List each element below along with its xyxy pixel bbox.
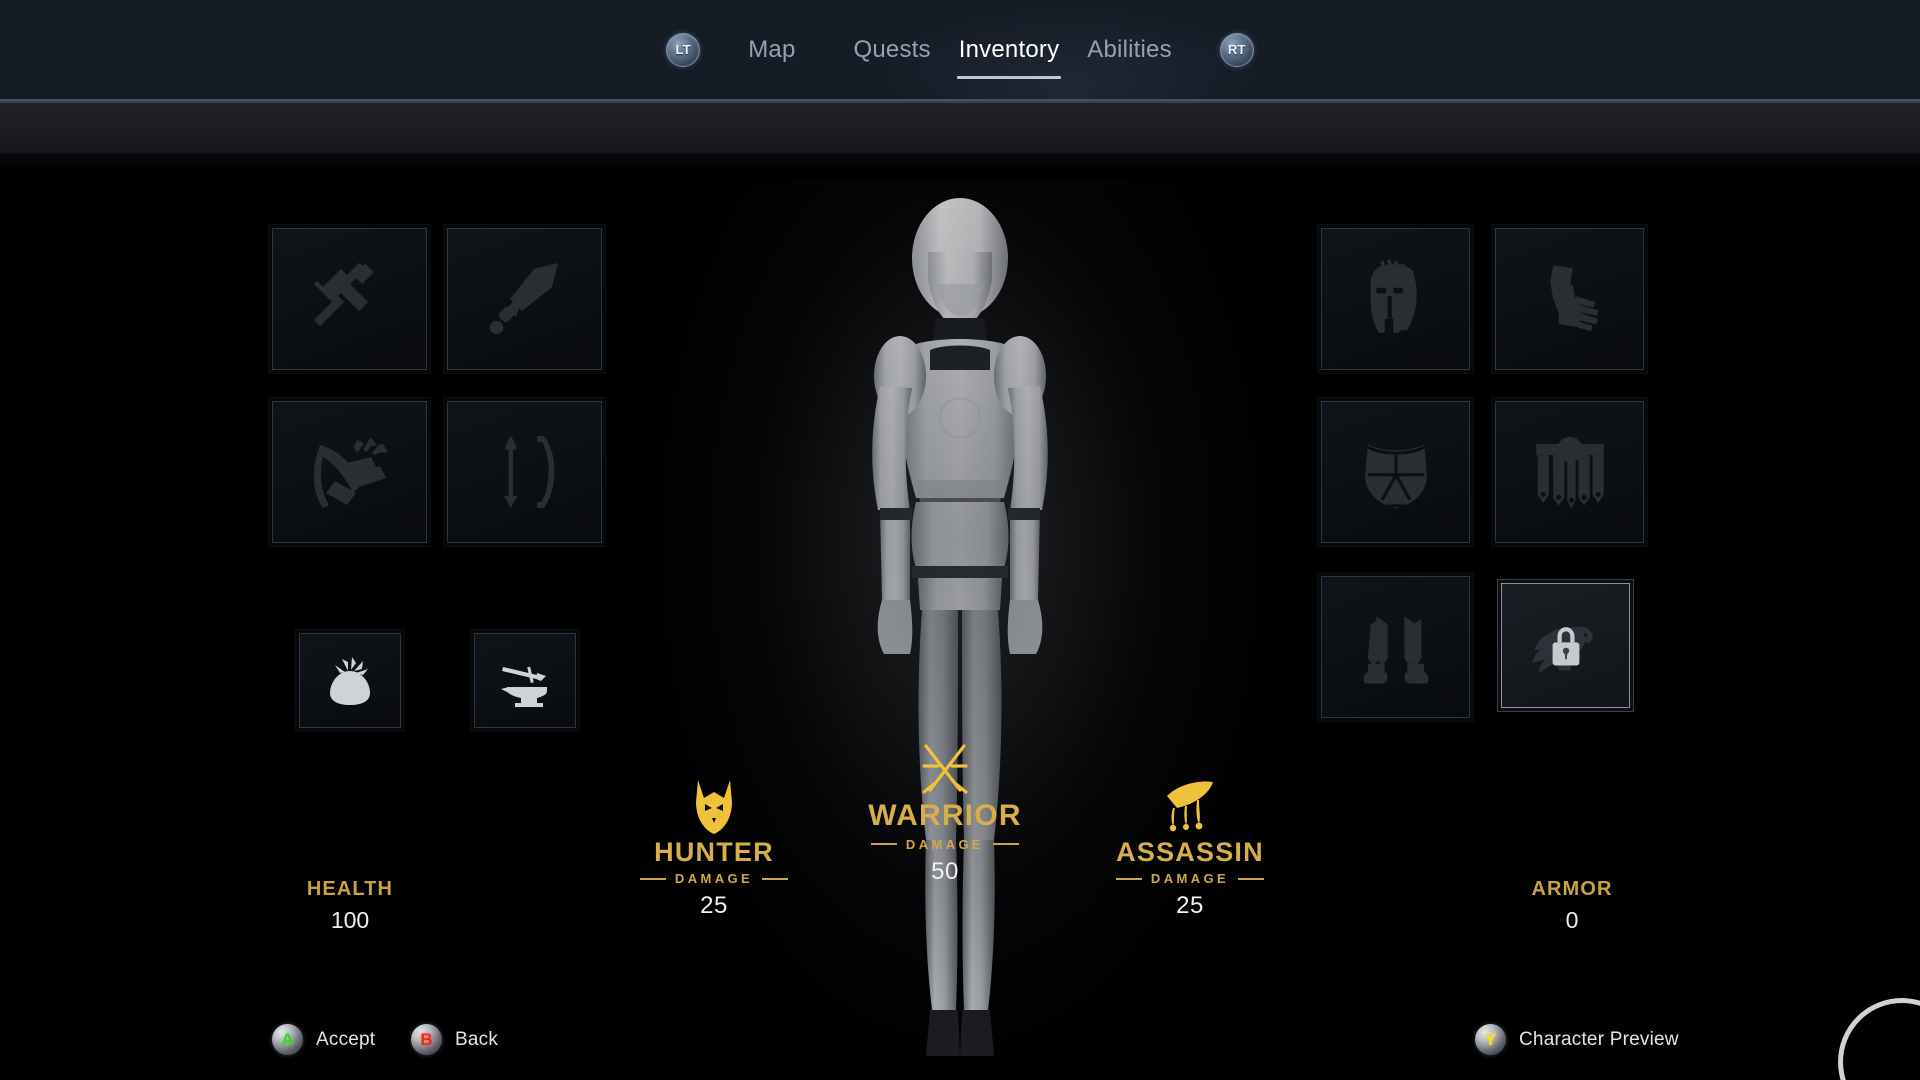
gauntlet-icon <box>1549 265 1598 332</box>
prompt-accept-label: Accept <box>316 1028 376 1050</box>
prompt-back-label: Back <box>455 1028 499 1050</box>
stat-hunter-value: 25 <box>700 892 728 920</box>
bloody-blade-icon <box>1167 781 1213 832</box>
stat-hunter: HUNTER DAMAGE 25 <box>594 778 834 920</box>
prompt-character-preview[interactable]: Y Character Preview <box>1475 1024 1679 1055</box>
stat-assassin-sublabel: DAMAGE <box>1150 871 1230 887</box>
crossed-swords-icon <box>922 744 968 794</box>
button-a-icon[interactable]: A <box>272 1024 303 1055</box>
stat-warrior: WARRIOR DAMAGE 50 <box>825 740 1065 886</box>
stat-hunter-sublabel: DAMAGE <box>674 871 754 887</box>
stat-assassin: ASSASSIN DAMAGE 25 <box>1070 778 1310 920</box>
chest-armor-icon <box>1364 443 1427 509</box>
waist-armor-icon <box>1535 436 1604 509</box>
quiver-icon <box>313 437 387 508</box>
stat-hunter-rule-right <box>762 877 789 880</box>
sword-icon <box>489 263 558 335</box>
stat-armor-label: ARMOR <box>1531 878 1613 900</box>
fox-head-icon <box>696 780 732 834</box>
character-preview-model <box>640 180 1280 1080</box>
subheader-bar <box>0 103 1920 153</box>
stat-warrior-rule-right <box>993 843 1020 845</box>
stat-warrior-sublabel: DAMAGE <box>905 836 985 852</box>
stat-warrior-label: WARRIOR <box>868 799 1022 832</box>
corner-arc-decoration <box>1838 998 1920 1080</box>
mount-pegasus-icon <box>1531 626 1593 673</box>
blacksmith-anvil-icon <box>501 666 547 707</box>
slot-bow[interactable] <box>443 397 606 547</box>
slot-sword[interactable] <box>443 224 606 374</box>
stat-warrior-rule-left <box>870 843 897 845</box>
slot-war-hammer[interactable] <box>268 224 431 374</box>
stat-health-value: 100 <box>330 907 370 933</box>
slot-gauntlet[interactable] <box>1491 224 1648 374</box>
helmet-icon <box>1370 259 1417 333</box>
tab-quests[interactable]: Quests <box>852 30 933 70</box>
slot-chest[interactable] <box>1317 397 1474 547</box>
left-bumper-icon[interactable]: LT <box>666 32 701 67</box>
slot-mount-locked[interactable] <box>1497 579 1634 712</box>
stat-armor-value: 0 <box>1565 907 1579 933</box>
stat-assassin-rule-right <box>1238 877 1265 880</box>
tab-abilities[interactable]: Abilities <box>1085 30 1174 70</box>
slot-quiver[interactable] <box>268 397 431 547</box>
stat-health-label: HEALTH <box>306 878 394 900</box>
stat-armor: ARMOR 0 <box>1462 878 1682 934</box>
stat-hunter-rule-left <box>639 877 666 880</box>
button-y-icon[interactable]: Y <box>1475 1024 1506 1055</box>
tab-inventory[interactable]: Inventory <box>956 30 1062 79</box>
boots-icon <box>1362 616 1429 684</box>
prompt-character-preview-label: Character Preview <box>1519 1028 1679 1050</box>
prompt-back[interactable]: B Back <box>411 1024 498 1055</box>
right-bumper-icon[interactable]: RT <box>1219 32 1254 67</box>
slot-waist[interactable] <box>1491 397 1648 547</box>
prompt-accept[interactable]: A Accept <box>272 1024 375 1055</box>
stat-assassin-label: ASSASSIN <box>1116 837 1264 867</box>
slot-helmet[interactable] <box>1317 224 1474 374</box>
slot-boots[interactable] <box>1317 572 1474 722</box>
stat-warrior-value: 50 <box>931 857 959 885</box>
stat-assassin-value: 25 <box>1176 892 1204 920</box>
stat-hunter-label: HUNTER <box>654 837 774 867</box>
pouch-icon <box>330 656 370 705</box>
war-hammer-icon <box>313 263 374 326</box>
slot-blacksmith[interactable] <box>470 629 580 732</box>
tab-map[interactable]: Map <box>746 30 797 70</box>
inventory-screen: LT Map Quests Inventory Abilities RT HEA… <box>0 0 1920 1080</box>
slot-pouch[interactable] <box>295 629 405 732</box>
main-navigation: LT Map Quests Inventory Abilities RT <box>0 0 1920 99</box>
subheader-fade <box>0 153 1920 171</box>
bow-icon <box>503 436 554 508</box>
stat-health: HEALTH 100 <box>240 878 460 934</box>
button-b-icon[interactable]: B <box>411 1024 442 1055</box>
stat-assassin-rule-left <box>1115 877 1142 880</box>
